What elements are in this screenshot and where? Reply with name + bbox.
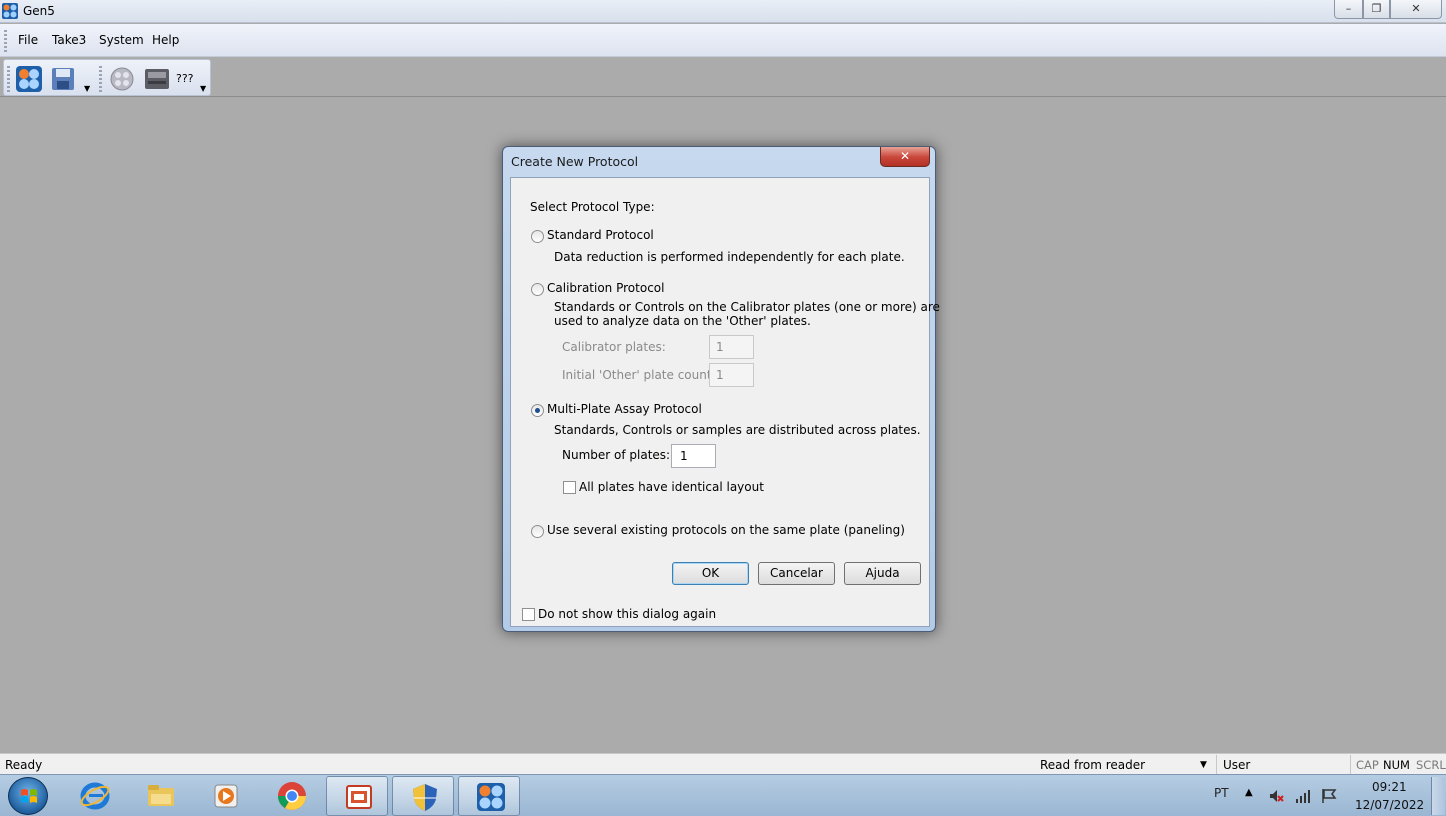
reader-label: ??? — [176, 72, 194, 85]
identical-layout-checkbox[interactable] — [563, 481, 576, 494]
create-protocol-dialog: Create New Protocol ✕ Select Protocol Ty… — [502, 146, 940, 632]
action-center-flag-icon[interactable] — [1321, 788, 1337, 804]
close-icon: ✕ — [1411, 2, 1421, 15]
calibration-protocol-label[interactable]: Calibration Protocol — [547, 281, 664, 295]
taskbar: PT ▲ 09:21 12/07/2022 — [0, 774, 1446, 816]
volume-muted-icon[interactable] — [1268, 788, 1284, 804]
gen5-app-icon — [2, 3, 18, 19]
help-button[interactable]: Ajuda — [844, 562, 921, 585]
standard-protocol-label[interactable]: Standard Protocol — [547, 228, 654, 242]
dialog-client-area: Select Protocol Type: Standard Protocol … — [510, 177, 940, 627]
paneling-radio[interactable] — [531, 525, 544, 538]
close-window-button[interactable]: ✕ — [1390, 0, 1442, 19]
minimize-icon: – — [1345, 2, 1352, 15]
select-type-label: Select Protocol Type: — [530, 200, 655, 214]
ok-button[interactable]: OK — [672, 562, 749, 585]
menu-bar: File Take3 System Help — [0, 24, 1446, 57]
dont-show-again-checkbox[interactable] — [522, 608, 535, 621]
status-divider — [1216, 755, 1217, 774]
status-text: Ready — [5, 758, 43, 772]
taskbar-media-player[interactable] — [194, 776, 256, 816]
multiplate-description: Standards, Controls or samples are distr… — [554, 423, 921, 437]
taskbar-internet-explorer[interactable] — [63, 776, 125, 816]
close-icon: ✕ — [899, 149, 911, 163]
clock-date[interactable]: 12/07/2022 — [1355, 798, 1424, 812]
calibrator-plates-field: 1 — [709, 335, 754, 359]
status-bar: Ready Read from reader ▼ User CAP NUM SC… — [0, 753, 1446, 774]
windows-logo-icon — [21, 789, 37, 803]
toolbar-strip: ▼ ??? ▼ — [3, 59, 211, 96]
menu-take3[interactable]: Take3 — [52, 33, 86, 47]
shield-icon — [413, 784, 437, 811]
reader-plate-icon[interactable] — [108, 65, 136, 93]
taskbar-security-app[interactable] — [392, 776, 454, 816]
number-of-plates-field[interactable]: 1 — [671, 444, 716, 468]
cap-indicator: CAP — [1356, 758, 1379, 772]
identical-layout-label[interactable]: All plates have identical layout — [579, 480, 764, 494]
multiplate-protocol-radio[interactable] — [531, 404, 544, 417]
other-plate-count-label: Initial 'Other' plate count: — [562, 368, 716, 382]
restore-icon: ❐ — [1371, 2, 1382, 15]
gen5-icon — [477, 783, 505, 811]
dialog-title: Create New Protocol — [511, 154, 639, 169]
title-bar: Gen5 – ❐ ✕ — [0, 0, 1446, 23]
cancel-button[interactable]: Cancelar — [758, 562, 835, 585]
menu-file[interactable]: File — [18, 33, 38, 47]
num-indicator: NUM — [1383, 758, 1410, 772]
internet-explorer-icon — [80, 782, 110, 810]
clock-time[interactable]: 09:21 — [1372, 780, 1407, 794]
restore-button[interactable]: ❐ — [1363, 0, 1390, 19]
toolbar-grip-2 — [99, 66, 102, 92]
chrome-icon — [278, 782, 306, 810]
calibration-description-line1: Standards or Controls on the Calibrator … — [554, 300, 940, 314]
dont-show-again-label[interactable]: Do not show this dialog again — [538, 607, 716, 621]
start-button[interactable] — [8, 777, 48, 815]
folder-icon — [148, 785, 174, 806]
number-of-plates-label: Number of plates: — [562, 448, 671, 462]
standard-protocol-radio[interactable] — [531, 230, 544, 243]
toolbar-grip — [7, 66, 10, 92]
reader-mode-dropdown-icon[interactable]: ▼ — [1200, 760, 1207, 770]
presentation-icon — [346, 785, 372, 809]
minimize-button[interactable]: – — [1334, 0, 1363, 19]
taskbar-chrome[interactable] — [260, 776, 322, 816]
calibration-description-line2: used to analyze data on the 'Other' plat… — [554, 314, 811, 328]
reader-dropdown-icon[interactable]: ▼ — [200, 84, 206, 93]
window-title: Gen5 — [23, 4, 55, 18]
menu-help[interactable]: Help — [152, 33, 179, 47]
media-player-icon — [214, 784, 238, 808]
reader-mode-select[interactable]: Read from reader — [1040, 758, 1145, 772]
menu-system[interactable]: System — [99, 33, 144, 47]
calibration-protocol-radio[interactable] — [531, 283, 544, 296]
toolbar: ▼ ??? ▼ — [0, 58, 1446, 97]
new-protocol-icon[interactable] — [15, 65, 43, 93]
taskbar-gen5[interactable] — [458, 776, 520, 816]
menu-grip — [4, 30, 7, 52]
save-icon[interactable] — [49, 65, 77, 93]
calibrator-plates-label: Calibrator plates: — [562, 340, 666, 354]
reader-device-icon[interactable] — [143, 65, 171, 93]
save-dropdown-icon[interactable]: ▼ — [84, 84, 90, 93]
status-divider-2 — [1350, 755, 1351, 774]
taskbar-file-explorer[interactable] — [129, 776, 191, 816]
user-status: User — [1223, 758, 1251, 772]
paneling-label[interactable]: Use several existing protocols on the sa… — [547, 523, 905, 537]
dialog-close-button[interactable]: ✕ — [880, 147, 930, 167]
language-indicator[interactable]: PT — [1214, 786, 1229, 800]
show-desktop-button[interactable] — [1431, 777, 1445, 815]
standard-protocol-description: Data reduction is performed independentl… — [554, 250, 905, 264]
multiplate-protocol-label[interactable]: Multi-Plate Assay Protocol — [547, 402, 702, 416]
other-plate-count-field: 1 — [709, 363, 754, 387]
taskbar-presentation-app[interactable] — [326, 776, 388, 816]
network-icon[interactable] — [1295, 788, 1311, 804]
tray-expand-icon[interactable]: ▲ — [1245, 787, 1261, 803]
scrl-indicator: SCRL — [1416, 758, 1446, 772]
